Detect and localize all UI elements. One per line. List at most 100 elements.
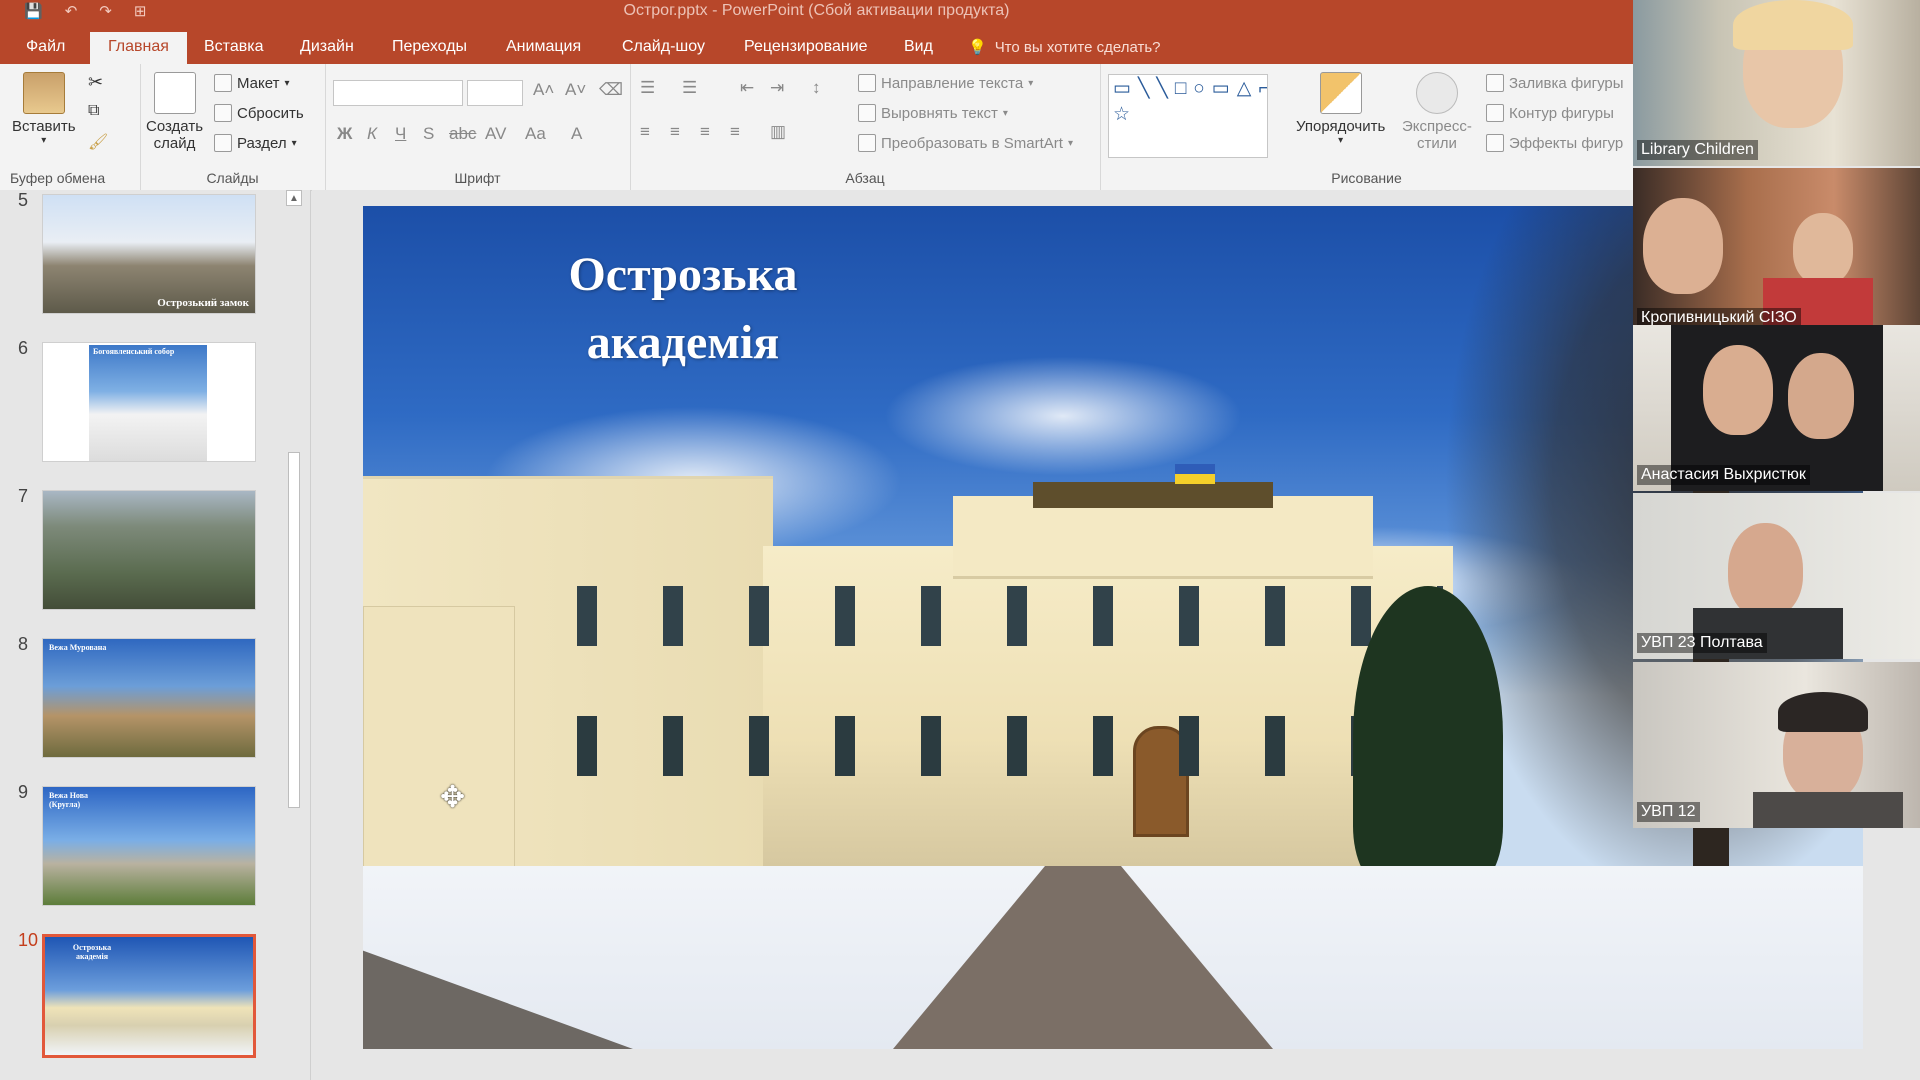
increase-indent-icon[interactable]: ⇥ xyxy=(770,78,784,98)
thumbnail-slide-10-active[interactable]: Острозька академія xyxy=(42,934,256,1058)
format-painter-icon[interactable]: 🖌 xyxy=(88,132,108,152)
italic-button[interactable]: К xyxy=(367,124,377,144)
new-slide-label-1: Создать xyxy=(146,118,204,135)
thumb-caption: Острозька академія xyxy=(72,943,112,961)
cut-icon[interactable]: ✂ xyxy=(88,72,103,93)
tab-home[interactable]: Главная xyxy=(90,32,187,64)
clear-format-icon[interactable]: ⌫ xyxy=(599,80,623,100)
reset-button[interactable]: Сбросить xyxy=(214,104,304,122)
justify-icon[interactable]: ≡ xyxy=(730,122,740,142)
building-front-block xyxy=(363,606,515,908)
tab-review[interactable]: Рецензирование xyxy=(726,32,886,64)
thumb-number: 5 xyxy=(18,190,29,210)
decrease-indent-icon[interactable]: ⇤ xyxy=(740,78,754,98)
tab-view[interactable]: Вид xyxy=(886,32,951,64)
bullets-icon[interactable]: ☰ xyxy=(640,78,655,98)
arrange-label: Упорядочить xyxy=(1296,118,1386,135)
reset-label: Сбросить xyxy=(237,104,304,122)
text-direction-button[interactable]: Направление текста ▾ xyxy=(858,74,1033,92)
reset-icon xyxy=(214,104,232,122)
font-group-label: Шрифт xyxy=(454,170,501,186)
change-case-button[interactable]: Aa xyxy=(525,124,546,144)
tab-transitions[interactable]: Переходы xyxy=(374,32,485,64)
new-slide-icon xyxy=(153,72,196,114)
slide-thumbnail-panel: 5 Острозький замок 6 Богоявленський собо… xyxy=(0,190,311,1080)
shapes-gallery[interactable]: ▭╲╲□○▭△⌐⌐⇨⇩⌂⌇╮╭{}☆ xyxy=(1108,74,1268,158)
thumbnail-slide-5[interactable]: Острозький замок xyxy=(42,194,256,314)
shape-effects-button[interactable]: Эффекты фигур xyxy=(1486,134,1623,152)
slide-title-line-2: академія xyxy=(586,316,780,369)
paste-button[interactable]: Вставить ▾ xyxy=(12,72,76,146)
shadow-button[interactable]: S xyxy=(423,124,434,144)
thumb-number: 8 xyxy=(18,634,29,654)
new-slide-button[interactable]: Создать слайд xyxy=(146,72,203,152)
thumb-photo xyxy=(89,345,207,461)
powerpoint-window: 💾 ↶ ↷ ⊞ Острог.pptx - PowerPoint (Сбой а… xyxy=(0,0,1920,1080)
shape-effects-label: Эффекты фигур xyxy=(1509,134,1624,152)
tab-slideshow[interactable]: Слайд-шоу xyxy=(604,32,723,64)
underline-button[interactable]: Ч xyxy=(395,124,406,144)
shape-outline-button[interactable]: Контур фигуры xyxy=(1486,104,1614,122)
smartart-button[interactable]: Преобразовать в SmartArt ▾ xyxy=(858,134,1073,152)
tab-design[interactable]: Дизайн xyxy=(282,32,372,64)
video-tile[interactable]: Кропивницький СІЗО xyxy=(1633,168,1920,334)
thumbnail-scrollbar[interactable]: ▲ xyxy=(286,190,302,1080)
video-tile[interactable]: Анастасия Выхристюк xyxy=(1633,325,1920,491)
grow-font-icon[interactable]: A˄ xyxy=(533,80,554,100)
pen-icon xyxy=(1486,104,1504,122)
shrink-font-icon[interactable]: A˅ xyxy=(565,80,586,100)
participant-name: УВП 12 xyxy=(1637,802,1700,822)
char-spacing-button[interactable]: AV xyxy=(485,124,506,144)
video-tile[interactable]: УВП 23 Полтава xyxy=(1633,493,1920,659)
slide-title[interactable]: Острозька академія xyxy=(503,241,863,377)
tab-file[interactable]: Файл xyxy=(8,32,83,64)
layout-label: Макет xyxy=(237,74,280,92)
section-button[interactable]: Раздел ▾ xyxy=(214,134,297,152)
thumbnail-slide-7[interactable] xyxy=(42,490,256,610)
arrange-button[interactable]: Упорядочить ▾ xyxy=(1296,72,1385,146)
tab-insert[interactable]: Вставка xyxy=(186,32,281,64)
video-tile[interactable]: УВП 12 xyxy=(1633,662,1920,828)
participant-hair xyxy=(1733,0,1853,50)
building-pediment xyxy=(953,496,1373,579)
strikethrough-button[interactable]: abc xyxy=(449,124,476,144)
participant-face xyxy=(1703,345,1773,435)
copy-icon[interactable]: ⧉ xyxy=(88,102,99,120)
drawing-group: ▭╲╲□○▭△⌐⌐⇨⇩⌂⌇╮╭{}☆ Упорядочить ▾ Экспрес… xyxy=(1100,64,1633,190)
text-direction-label: Направление текста xyxy=(881,74,1024,92)
shape-fill-button[interactable]: Заливка фигуры xyxy=(1486,74,1624,92)
participant-face xyxy=(1793,213,1853,285)
layout-button[interactable]: Макет ▾ xyxy=(214,74,289,92)
font-color-button[interactable]: A xyxy=(571,124,582,144)
thumbnail-slide-8[interactable]: Вежа Мурована xyxy=(42,638,256,758)
font-family-combo[interactable] xyxy=(333,80,463,106)
thumbnail-slide-6[interactable]: Богоявленський собор xyxy=(42,342,256,462)
video-tile[interactable]: Library Children xyxy=(1633,0,1920,166)
text-direction-icon xyxy=(858,74,876,92)
participant-face xyxy=(1788,353,1854,439)
columns-icon[interactable]: ▥ xyxy=(770,122,786,142)
tell-me-box[interactable]: 💡 Что вы хотите сделать? xyxy=(968,32,1161,64)
bold-button[interactable]: Ж xyxy=(337,124,352,144)
quick-styles-icon xyxy=(1415,72,1458,114)
line-spacing-icon[interactable]: ↕ xyxy=(812,78,821,98)
slides-group: Создать слайд Макет ▾ Сбросить Раздел ▾ Сл… xyxy=(140,64,326,190)
font-size-combo[interactable] xyxy=(467,80,523,106)
align-text-button[interactable]: Выровнять текст ▾ xyxy=(858,104,1008,122)
align-left-icon[interactable]: ≡ xyxy=(640,122,650,142)
participant-face xyxy=(1643,198,1723,294)
scroll-up-icon[interactable]: ▲ xyxy=(286,190,302,206)
align-center-icon[interactable]: ≡ xyxy=(670,122,680,142)
fir-tree xyxy=(1353,586,1503,886)
paste-icon xyxy=(22,72,65,114)
numbering-icon[interactable]: ☰ xyxy=(682,78,697,98)
scroll-thumb[interactable] xyxy=(288,452,300,808)
thumb-number-active: 10 xyxy=(18,930,39,950)
quick-styles-button[interactable]: Экспресс- стили xyxy=(1402,72,1472,152)
slide-title-line-1: Острозька xyxy=(568,248,798,301)
thumbnail-slide-9[interactable]: Вежа Нова (Кругла) xyxy=(42,786,256,906)
thumb-number: 7 xyxy=(18,486,29,506)
tab-animations[interactable]: Анимация xyxy=(488,32,599,64)
thumb-number: 6 xyxy=(18,338,29,358)
align-right-icon[interactable]: ≡ xyxy=(700,122,710,142)
